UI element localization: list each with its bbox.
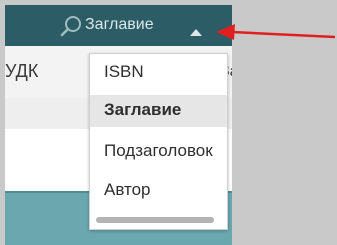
dropdown-option-label: Автор — [104, 180, 151, 199]
dropdown-option-label: Заглавие — [104, 100, 182, 119]
search-field-selector[interactable]: Заглавие — [85, 16, 154, 34]
annotation-arrow-icon — [216, 24, 336, 40]
dropdown-option-label: ISBN — [104, 62, 144, 81]
dropdown-option-isbn[interactable]: ISBN — [90, 57, 227, 89]
app-window: Заглавие УДК Загл ISBN Заглавие Подзагол… — [5, 5, 232, 245]
column-header-udk[interactable]: УДК — [5, 61, 38, 82]
dropdown-option-label: Подзаголовок — [104, 141, 213, 160]
dropdown-option-subtitle[interactable]: Подзаголовок — [90, 136, 227, 168]
screenshot-frame: Заглавие УДК Загл ISBN Заглавие Подзагол… — [0, 0, 337, 245]
dropdown-option-title[interactable]: Заглавие — [90, 95, 227, 127]
dropdown-option-author[interactable]: Автор — [90, 175, 227, 207]
search-icon[interactable] — [60, 14, 84, 38]
search-field-dropdown[interactable]: ISBN Заглавие Подзаголовок Автор — [89, 53, 228, 230]
search-toolbar: Заглавие — [5, 5, 232, 46]
horizontal-scrollbar[interactable] — [96, 217, 214, 223]
caret-up-icon[interactable] — [190, 23, 202, 36]
